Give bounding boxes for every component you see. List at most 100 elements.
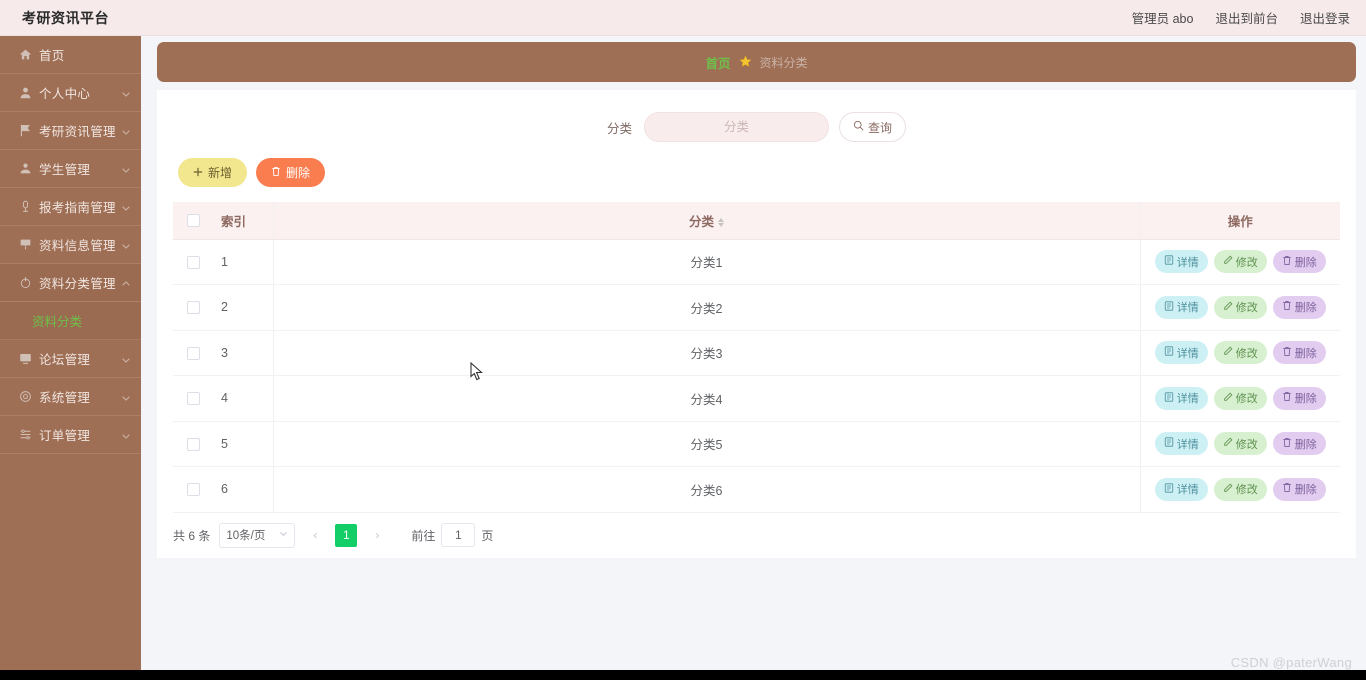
row-action-buttons: 详情 修改 删除 xyxy=(1154,432,1326,456)
search-button[interactable]: 查询 xyxy=(839,112,907,142)
sidebar-item-news[interactable]: 考研资讯管理 xyxy=(0,112,141,150)
header-actions: 管理员 abo 退出到前台 退出登录 xyxy=(1132,8,1350,27)
order-icon xyxy=(18,428,32,442)
row-detail-label: 详情 xyxy=(1176,256,1199,269)
row-checkbox[interactable] xyxy=(186,255,200,269)
pagination-page-1[interactable]: 1 xyxy=(335,523,358,547)
row-detail-button[interactable]: 详情 xyxy=(1154,386,1208,410)
sidebar-group-system: 系统管理 xyxy=(0,378,141,416)
table-row[interactable]: 2 分类2 详情 修改 删除 xyxy=(173,284,1340,331)
pagination-next-button[interactable]: › xyxy=(366,523,389,547)
row-delete-button[interactable]: 删除 xyxy=(1272,477,1326,501)
row-delete-button[interactable]: 删除 xyxy=(1272,341,1326,365)
home-icon xyxy=(18,48,32,62)
row-detail-button[interactable]: 详情 xyxy=(1154,295,1208,319)
top-header: 考研资讯平台 管理员 abo 退出到前台 退出登录 xyxy=(0,0,1366,36)
row-edit-button[interactable]: 修改 xyxy=(1213,477,1267,501)
row-detail-button[interactable]: 详情 xyxy=(1154,250,1208,274)
add-button[interactable]: 新增 xyxy=(178,158,248,187)
current-user-label: 管理员 abo xyxy=(1131,12,1194,26)
row-delete-button[interactable]: 删除 xyxy=(1272,386,1326,410)
chevron-down-icon xyxy=(121,202,131,212)
document-icon xyxy=(1164,346,1174,359)
pagination-jump-input[interactable] xyxy=(441,523,476,547)
pencil-icon xyxy=(1223,301,1233,314)
row-checkbox[interactable] xyxy=(186,437,200,451)
row-detail-button[interactable]: 详情 xyxy=(1154,341,1208,365)
data-table: 索引 分类 操作 1 分类1 详情 修改 删除 2 分类2 详情 修改 删除 3 分类3 详情 修改 删除 4… xyxy=(173,202,1340,513)
row-delete-button[interactable]: 删除 xyxy=(1272,295,1326,319)
sidebar-item-forum[interactable]: 论坛管理 xyxy=(0,340,141,378)
sort-caret-icon[interactable] xyxy=(718,217,724,227)
sidebar-item-system-label: 系统管理 xyxy=(39,391,91,405)
row-edit-button[interactable]: 修改 xyxy=(1213,250,1267,274)
row-operations-cell: 详情 修改 删除 xyxy=(1139,330,1340,376)
sidebar-item-orders[interactable]: 订单管理 xyxy=(0,416,141,454)
breadcrumb-home-link[interactable]: 首页 xyxy=(705,53,730,72)
sidebar-item-material-category[interactable]: 资料分类管理 xyxy=(0,264,141,302)
row-operations-cell: 详情 修改 删除 xyxy=(1139,284,1340,331)
table-row[interactable]: 3 分类3 详情 修改 删除 xyxy=(173,330,1340,376)
row-checkbox[interactable] xyxy=(186,301,200,315)
settings-icon xyxy=(18,390,32,404)
trash-icon xyxy=(1282,437,1292,451)
sidebar-group-material-info: 资料信息管理 xyxy=(0,226,141,264)
row-edit-button[interactable]: 修改 xyxy=(1213,295,1267,319)
column-header-category[interactable]: 分类 xyxy=(273,202,1140,240)
sidebar-item-home[interactable]: 首页 xyxy=(0,36,141,74)
page-root: 考研资讯平台 管理员 abo 退出到前台 退出登录 首页 个人中心 考研资讯管理… xyxy=(0,0,1366,680)
row-checkbox[interactable] xyxy=(186,392,200,406)
sidebar-item-forum-label: 论坛管理 xyxy=(39,353,91,367)
chevron-up-icon xyxy=(121,278,131,288)
row-edit-button[interactable]: 修改 xyxy=(1213,386,1267,410)
guide-icon xyxy=(18,200,32,214)
table-row[interactable]: 1 分类1 详情 修改 删除 xyxy=(173,239,1340,285)
column-header-operations: 操作 xyxy=(1139,202,1340,240)
pagination-prev-button[interactable]: ‹ xyxy=(304,523,327,547)
document-icon xyxy=(1164,255,1174,268)
chevron-down-icon xyxy=(121,126,131,136)
sidebar-item-guide[interactable]: 报考指南管理 xyxy=(0,188,141,226)
row-delete-button[interactable]: 删除 xyxy=(1272,250,1326,274)
sidebar-item-profile[interactable]: 个人中心 xyxy=(0,74,141,112)
select-all-checkbox[interactable] xyxy=(186,214,200,228)
row-edit-button[interactable]: 修改 xyxy=(1213,432,1267,456)
sidebar-submenu-material-category: 资料分类 xyxy=(0,302,141,340)
row-checkbox[interactable] xyxy=(186,346,200,360)
row-edit-button[interactable]: 修改 xyxy=(1213,341,1267,365)
sidebar-subitem-material-classification[interactable]: 资料分类 xyxy=(0,302,141,340)
row-detail-button[interactable]: 详情 xyxy=(1154,432,1208,456)
sidebar-group-profile: 个人中心 xyxy=(0,74,141,112)
breadcrumb: 首页 资料分类 xyxy=(157,42,1356,82)
select-all-header xyxy=(173,202,213,240)
sidebar-item-students[interactable]: 学生管理 xyxy=(0,150,141,188)
row-index-cell: 1 xyxy=(213,239,274,285)
row-delete-label: 删除 xyxy=(1294,302,1317,315)
row-select-cell xyxy=(173,284,213,331)
column-header-category-label: 分类 xyxy=(688,214,714,229)
sidebar-item-system[interactable]: 系统管理 xyxy=(0,378,141,416)
row-checkbox[interactable] xyxy=(186,483,200,497)
page-size-select[interactable]: 10条/页 xyxy=(219,522,296,548)
table-row[interactable]: 6 分类6 详情 修改 删除 xyxy=(173,466,1340,513)
delete-button[interactable]: 删除 xyxy=(256,158,326,187)
row-detail-label: 详情 xyxy=(1176,484,1199,497)
search-input[interactable] xyxy=(644,112,829,142)
sidebar-item-material-info[interactable]: 资料信息管理 xyxy=(0,226,141,264)
row-detail-label: 详情 xyxy=(1176,302,1199,315)
plus-icon xyxy=(193,166,203,180)
row-delete-button[interactable]: 删除 xyxy=(1272,432,1326,456)
row-action-buttons: 详情 修改 删除 xyxy=(1154,477,1326,501)
sidebar-group-news: 考研资讯管理 xyxy=(0,112,141,150)
row-index-cell: 4 xyxy=(213,375,274,422)
table-row[interactable]: 5 分类5 详情 修改 删除 xyxy=(173,421,1340,467)
exit-to-frontend-link[interactable]: 退出到前台 xyxy=(1215,8,1278,27)
row-detail-button[interactable]: 详情 xyxy=(1154,477,1208,501)
logout-link[interactable]: 退出登录 xyxy=(1300,8,1350,27)
trash-icon xyxy=(1282,346,1292,360)
row-category-cell: 分类2 xyxy=(273,284,1140,331)
add-button-label: 新增 xyxy=(208,166,233,180)
row-category-cell: 分类3 xyxy=(273,330,1140,376)
row-select-cell xyxy=(173,239,213,285)
table-row[interactable]: 4 分类4 详情 修改 删除 xyxy=(173,375,1340,422)
